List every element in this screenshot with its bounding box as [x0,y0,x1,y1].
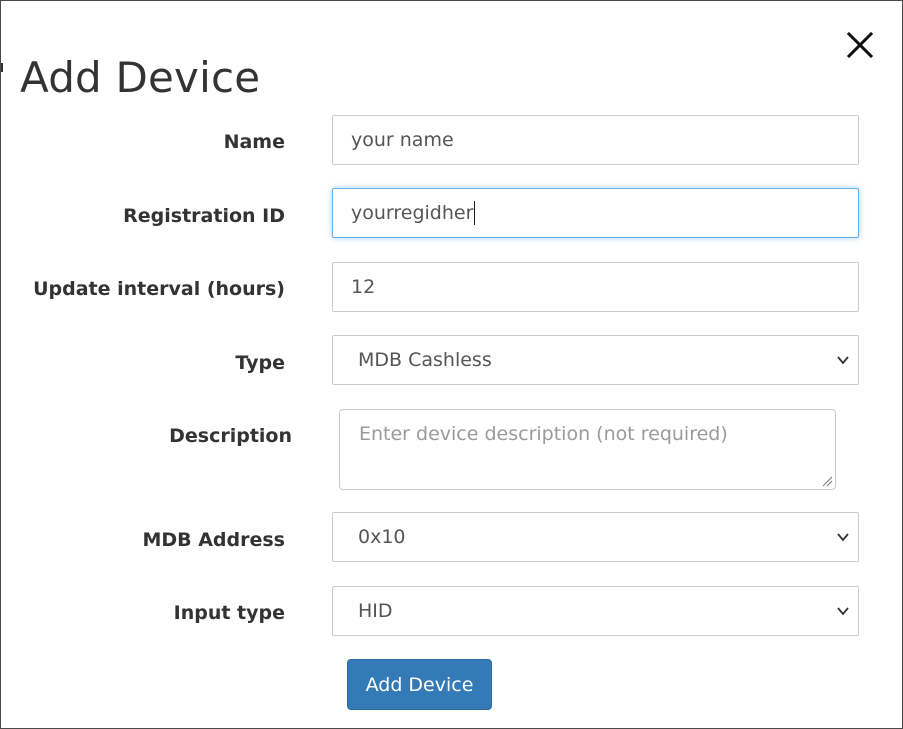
update-interval-value: 12 [351,276,376,298]
add-device-modal: Add Device Name your name Registration I… [0,0,903,729]
description-label: Description [169,425,292,447]
mdb-address-select[interactable]: 0x10 [332,512,859,562]
input-type-selected-value: HID [358,600,393,622]
registration-id-input[interactable]: yourregidher [332,188,859,238]
type-selected-value: MDB Cashless [358,349,492,371]
name-input-value: your name [351,129,454,151]
resize-grip-icon[interactable] [821,475,833,487]
mdb-address-label: MDB Address [142,529,285,551]
registration-id-label: Registration ID [123,205,285,227]
description-placeholder: Enter device description (not required) [359,423,728,445]
chevron-down-icon [837,533,849,542]
name-input[interactable]: your name [332,115,859,165]
text-cursor [474,201,476,225]
name-label: Name [223,131,285,153]
edge-mark [1,63,3,72]
add-device-button[interactable]: Add Device [347,659,492,710]
type-label: Type [235,352,285,374]
update-interval-input[interactable]: 12 [332,262,859,312]
close-button[interactable] [844,29,876,61]
chevron-down-icon [837,607,849,616]
modal-title: Add Device [20,53,261,102]
input-type-label: Input type [173,602,285,624]
type-select[interactable]: MDB Cashless [332,335,859,385]
close-icon [846,31,874,59]
description-textarea[interactable]: Enter device description (not required) [339,409,836,490]
registration-id-value: yourregidher [351,202,474,224]
chevron-down-icon [837,356,849,365]
mdb-address-selected-value: 0x10 [358,526,406,548]
input-type-select[interactable]: HID [332,586,859,636]
update-interval-label: Update interval (hours) [33,278,285,300]
